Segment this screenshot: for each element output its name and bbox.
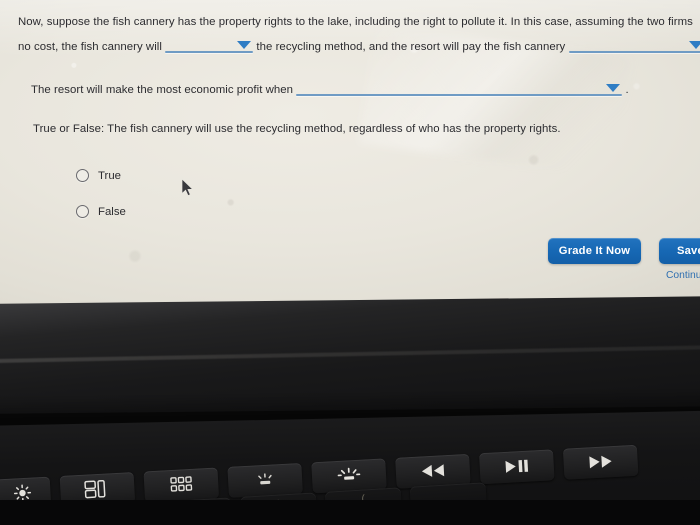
- mouse-cursor: [181, 178, 194, 197]
- continue-without-saving-link[interactable]: Continue wi: [666, 270, 700, 281]
- radio-label-false: False: [98, 205, 126, 218]
- chevron-down-icon: [606, 84, 621, 92]
- laptop-photo: Now, suppose the fish cannery has the pr…: [0, 0, 700, 525]
- dropdown-underline: [568, 51, 700, 53]
- question-paragraph-1-line-1: Now, suppose the fish cannery has the pr…: [18, 16, 693, 28]
- mission-control-icon: [84, 479, 106, 499]
- paragraph-2-text: The resort will make the most economic p…: [31, 84, 294, 96]
- radio-option-false[interactable]: False: [76, 205, 126, 218]
- paragraph-1-text-before-dropdown: no cost, the fish cannery will: [18, 41, 162, 53]
- bottom-shadow: [0, 500, 700, 525]
- question-paragraph-3-true-false: True or False: The fish cannery will use…: [33, 123, 561, 135]
- radio-button-false[interactable]: [76, 205, 89, 218]
- keyboard-backlight-up-icon: [337, 467, 361, 480]
- dropdown-underline: [165, 51, 254, 53]
- launchpad-icon: [170, 476, 193, 492]
- radio-button-true[interactable]: [76, 169, 89, 182]
- fast-forward-icon: [589, 455, 612, 469]
- paragraph-2-period: .: [625, 84, 629, 96]
- key-keyboard-brightness-up[interactable]: [311, 457, 387, 493]
- rewind-icon: [421, 464, 445, 477]
- save-and-continue-button[interactable]: Save & C: [659, 238, 700, 264]
- chevron-down-icon: [237, 41, 252, 49]
- key-launchpad[interactable]: [143, 466, 220, 502]
- key-keyboard-brightness-down[interactable]: [227, 462, 303, 498]
- chevron-down-icon: [688, 41, 700, 49]
- radio-label-true: True: [98, 169, 121, 182]
- keyboard-backlight-down-icon: [258, 473, 272, 485]
- paragraph-1-text-after-dropdown: the recycling method, and the resort wil…: [256, 41, 566, 53]
- question-paragraph-2: The resort will make the most economic p…: [31, 84, 629, 96]
- grade-it-now-button[interactable]: Grade It Now: [548, 238, 641, 264]
- question-content: Now, suppose the fish cannery has the pr…: [14, 10, 700, 310]
- radio-option-true[interactable]: True: [76, 169, 121, 182]
- question-paragraph-1-line-2: no cost, the fish cannery will the recyc…: [18, 41, 700, 53]
- dropdown-cannery-action[interactable]: [165, 41, 254, 53]
- dropdown-profit-condition[interactable]: [296, 84, 623, 96]
- play-pause-icon: [505, 459, 529, 473]
- dropdown-underline: [296, 94, 623, 96]
- dropdown-payment-amount[interactable]: [568, 41, 700, 53]
